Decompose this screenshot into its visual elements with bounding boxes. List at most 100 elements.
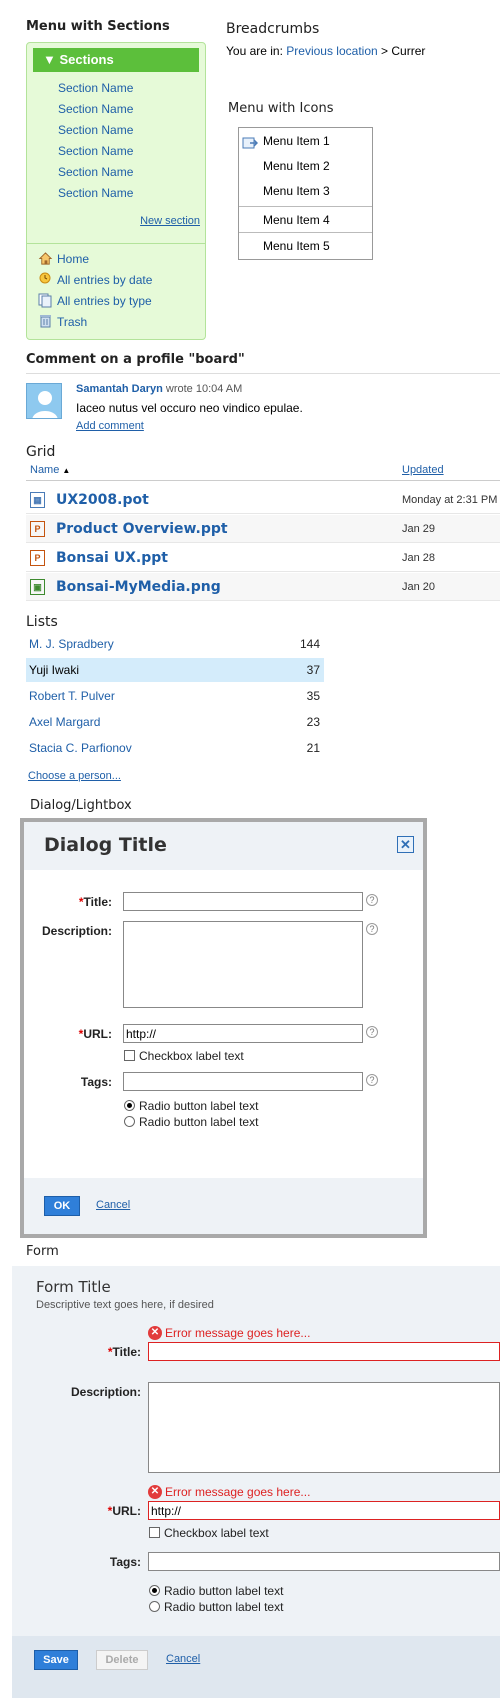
menu-icons-heading: Menu with Icons: [228, 101, 334, 116]
grid-heading: Grid: [26, 444, 56, 460]
list-item-selected[interactable]: Yuji Iwaki 37: [26, 658, 324, 682]
description-textarea[interactable]: [148, 1382, 500, 1473]
avatar[interactable]: [26, 383, 62, 419]
person-count: 21: [306, 741, 320, 755]
section-item[interactable]: Section Name: [58, 144, 133, 158]
nav-trash[interactable]: Trash: [37, 314, 87, 330]
dialog-title: Dialog Title: [44, 834, 167, 856]
calendar-file-icon: ▦: [30, 492, 45, 508]
help-icon[interactable]: ?: [366, 923, 378, 935]
radio-label-1: Radio button label text: [164, 1584, 284, 1598]
file-name-link[interactable]: UX2008.pot: [56, 492, 149, 508]
add-comment-link[interactable]: Add comment: [76, 420, 144, 432]
tags-input[interactable]: [148, 1552, 500, 1571]
person-count: 35: [306, 689, 320, 703]
grid-header-divider: [26, 480, 500, 481]
breadcrumb-separator: >: [381, 44, 389, 58]
section-item[interactable]: Section Name: [58, 165, 133, 179]
section-item[interactable]: Section Name: [58, 102, 133, 116]
form-title: Form Title: [36, 1278, 111, 1296]
powerpoint-file-icon: P: [30, 521, 45, 537]
breadcrumb-prefix: You are in:: [226, 44, 283, 58]
form: Form Title Descriptive text goes here, i…: [12, 1266, 500, 1698]
file-name-link[interactable]: Bonsai UX.ppt: [56, 550, 168, 566]
radio-button-2[interactable]: [124, 1116, 135, 1127]
lists-heading: Lists: [26, 614, 58, 630]
breadcrumb-previous-link[interactable]: Previous location: [286, 44, 377, 58]
sections-header-label: Sections: [59, 52, 114, 67]
radio-label-2: Radio button label text: [139, 1115, 259, 1129]
col-updated-header[interactable]: Updated: [402, 464, 444, 476]
tags-label: Tags:: [109, 1555, 141, 1569]
url-input[interactable]: [123, 1024, 363, 1043]
sections-header[interactable]: ▼ Sections: [33, 48, 199, 72]
breadcrumbs-heading: Breadcrumbs: [226, 21, 320, 37]
menu-item-1[interactable]: Menu Item 1: [239, 128, 372, 154]
menu-item-4[interactable]: Menu Item 4: [239, 207, 372, 233]
nav-home[interactable]: Home: [37, 251, 89, 267]
menu-sections-heading: Menu with Sections: [26, 19, 170, 34]
ok-button[interactable]: OK: [44, 1196, 80, 1216]
error-message: ✕ Error message goes here...: [148, 1485, 310, 1499]
error-text: Error message goes here...: [165, 1326, 311, 1340]
save-button[interactable]: Save: [34, 1650, 78, 1670]
section-item[interactable]: Section Name: [58, 123, 133, 137]
nav-entries-by-date[interactable]: All entries by date: [37, 272, 152, 288]
nav-entries-by-type[interactable]: All entries by type: [37, 293, 152, 309]
menu-item-5[interactable]: Menu Item 5: [239, 233, 372, 259]
url-label: *URL:: [107, 1504, 141, 1518]
list-item[interactable]: Axel Margard 23: [26, 710, 324, 734]
url-input[interactable]: [148, 1501, 500, 1520]
breadcrumb: You are in: Previous location > Currer: [226, 44, 425, 58]
table-row[interactable]: ▣ Bonsai-MyMedia.png Jan 20: [26, 573, 500, 601]
home-icon: [37, 251, 53, 267]
comment-author-link[interactable]: Samantah Daryn: [76, 383, 163, 395]
close-icon[interactable]: ✕: [397, 836, 414, 853]
description-textarea[interactable]: [123, 921, 363, 1008]
radio-button-1[interactable]: [124, 1100, 135, 1111]
new-section-link[interactable]: New section: [140, 215, 200, 227]
col-name-label: Name: [30, 464, 60, 476]
menu-item-3[interactable]: Menu Item 3: [239, 178, 372, 204]
file-name-link[interactable]: Product Overview.ppt: [56, 521, 228, 537]
list-item[interactable]: Robert T. Pulver 35: [26, 684, 324, 708]
menu-item-label: Menu Item 1: [263, 134, 330, 148]
table-row[interactable]: P Bonsai UX.ppt Jan 28: [26, 544, 500, 572]
dialog: Dialog Title ✕ *Title: ? Description: ? …: [20, 818, 427, 1238]
menu-item-2[interactable]: Menu Item 2: [239, 153, 372, 179]
url-label-text: URL:: [83, 1027, 112, 1041]
radio-label-1: Radio button label text: [139, 1099, 259, 1113]
person-name: Stacia C. Parfionov: [29, 741, 132, 755]
section-item[interactable]: Section Name: [58, 186, 133, 200]
file-name-link[interactable]: Bonsai-MyMedia.png: [56, 579, 221, 595]
choose-person-link[interactable]: Choose a person...: [28, 770, 121, 782]
help-icon[interactable]: ?: [366, 1026, 378, 1038]
checkbox[interactable]: [149, 1527, 160, 1538]
title-input[interactable]: [148, 1342, 500, 1361]
help-icon[interactable]: ?: [366, 1074, 378, 1086]
radio-button-2[interactable]: [149, 1601, 160, 1612]
section-item[interactable]: Section Name: [58, 81, 133, 95]
delete-button: Delete: [96, 1650, 148, 1670]
person-name: Yuji Iwaki: [29, 663, 80, 677]
person-name: M. J. Spradbery: [29, 637, 114, 651]
title-input[interactable]: [123, 892, 363, 911]
help-icon[interactable]: ?: [366, 894, 378, 906]
list-item[interactable]: Stacia C. Parfionov 21: [26, 736, 324, 760]
comment-heading: Comment on a profile "board": [26, 352, 245, 367]
list-item[interactable]: M. J. Spradbery 144: [26, 632, 324, 656]
nav-trash-label: Trash: [57, 315, 88, 329]
menu-item-label: Menu Item 2: [263, 159, 330, 173]
radio-button-1[interactable]: [149, 1585, 160, 1596]
sort-name-header[interactable]: Name ▲: [30, 464, 70, 476]
checkbox[interactable]: [124, 1050, 135, 1061]
table-row[interactable]: ▦ UX2008.pot Monday at 2:31 PM: [26, 486, 500, 514]
comment-divider: [26, 373, 500, 374]
table-row[interactable]: P Product Overview.ppt Jan 29: [26, 515, 500, 543]
form-description-text: Descriptive text goes here, if desired: [36, 1299, 214, 1311]
cancel-link[interactable]: Cancel: [166, 1653, 200, 1665]
form-footer: Save Delete Cancel: [12, 1636, 500, 1698]
cancel-link[interactable]: Cancel: [96, 1199, 130, 1211]
tags-input[interactable]: [123, 1072, 363, 1091]
nav-entries-by-date-label: All entries by date: [57, 273, 153, 287]
